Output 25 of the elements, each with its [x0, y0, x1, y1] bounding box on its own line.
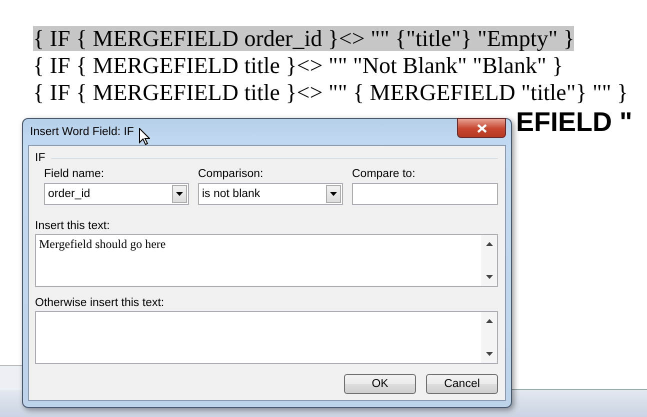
field-name-dropdown[interactable]: order_id	[44, 183, 189, 205]
close-icon[interactable]	[476, 124, 486, 132]
group-label: IF	[35, 152, 46, 164]
field-label: Comparison:	[198, 168, 264, 180]
scrollbar[interactable]	[481, 312, 497, 363]
mouse-pointer-icon	[138, 128, 150, 144]
field-code-line: EFIELD "	[516, 107, 632, 137]
field-label: Compare to:	[352, 168, 416, 180]
field-label: Otherwise insert this text:	[35, 297, 166, 309]
comparison-dropdown[interactable]: is not blank	[198, 183, 343, 205]
insert-text-area[interactable]: Mergefield should go here	[35, 234, 498, 287]
field-code-line: { IF { MERGEFIELD title }<> "" "Not Blank" "Blank" }	[33, 53, 564, 78]
field-label: Insert this text:	[35, 220, 111, 232]
scroll-down-icon[interactable]	[486, 275, 492, 279]
close-button[interactable]	[457, 118, 506, 138]
scrollbar[interactable]	[481, 235, 497, 286]
scroll-up-icon[interactable]	[486, 319, 492, 323]
dialog-button[interactable]: Cancel	[426, 374, 498, 394]
compare-to-field[interactable]	[352, 183, 498, 205]
field-code-line: { IF { MERGEFIELD title }<> "" { MERGEFIELD "title"} "" }	[33, 80, 628, 105]
dialog-button[interactable]: OK	[344, 374, 416, 394]
scroll-up-icon[interactable]	[486, 242, 492, 246]
scroll-down-icon[interactable]	[486, 352, 492, 356]
window-title: Insert Word Field: IF	[29, 126, 134, 138]
field-label: Field name:	[44, 168, 106, 180]
